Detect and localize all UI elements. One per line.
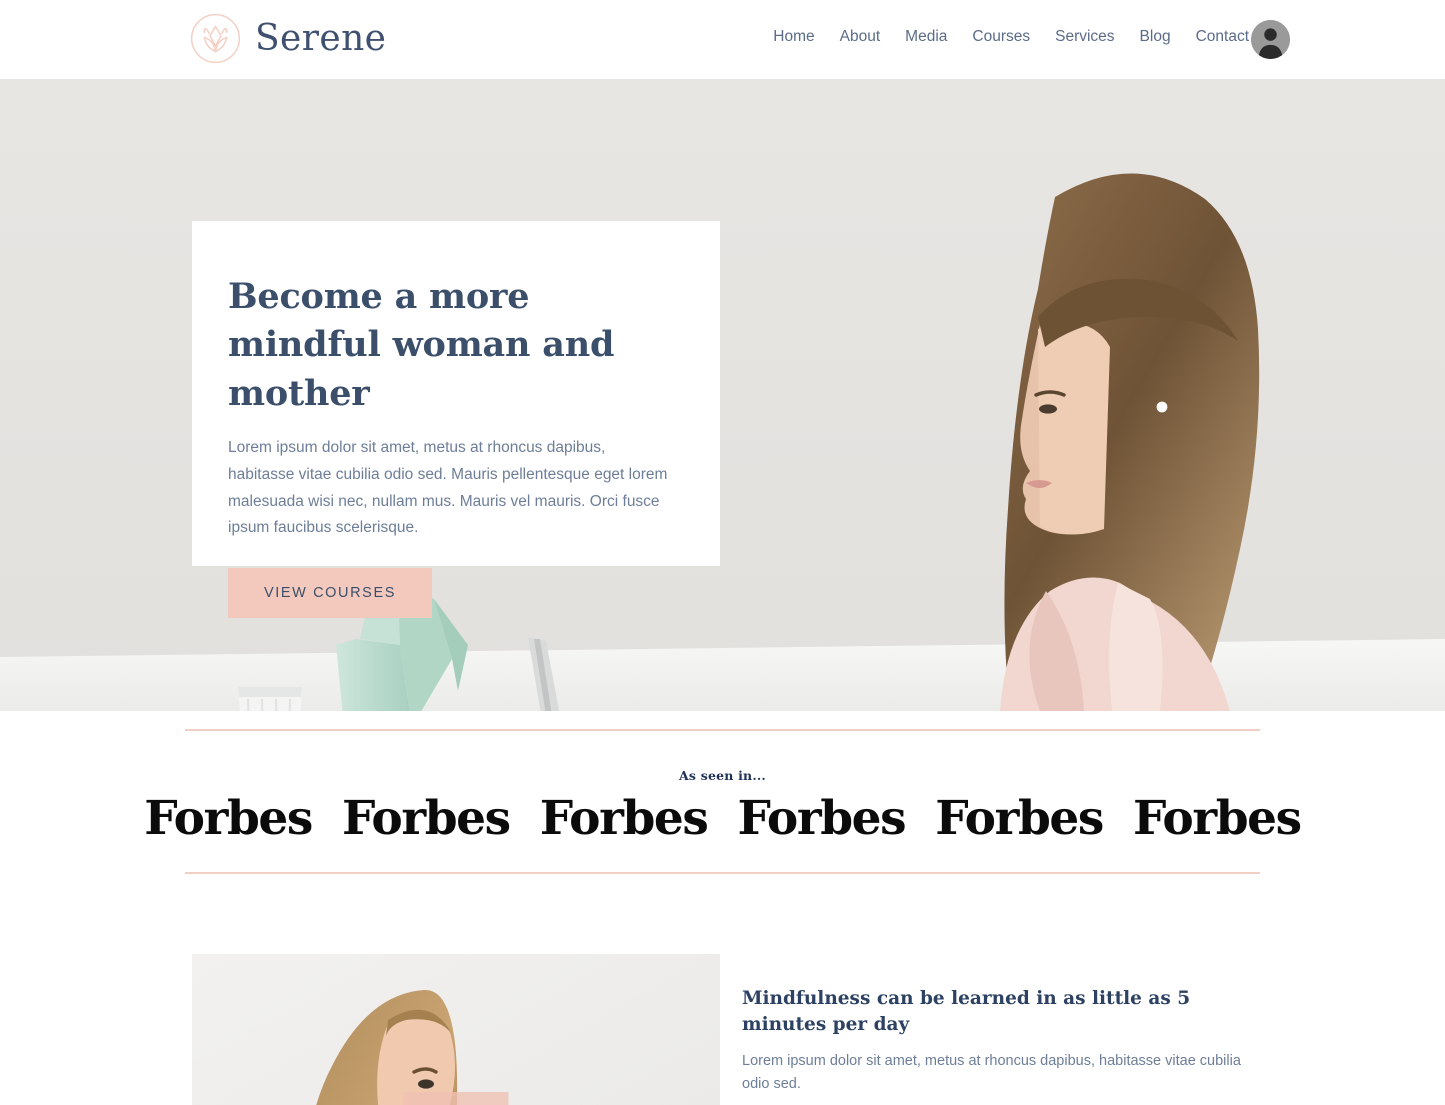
video-poster-image xyxy=(192,954,720,1105)
press-logo: Forbes xyxy=(935,791,1104,846)
nav-item-contact[interactable]: Contact xyxy=(1196,28,1249,46)
press-section: As seen in... Forbes Forbes Forbes Forbe… xyxy=(0,711,1445,874)
press-logo: Forbes xyxy=(342,791,511,846)
feature-section: Mindfulness can be learned in as little … xyxy=(0,874,1445,1105)
feature-content: Mindfulness can be learned in as little … xyxy=(742,954,1272,1105)
hero-title: Become a more mindful woman and mother xyxy=(228,276,615,414)
nav-item-services[interactable]: Services xyxy=(1055,28,1114,46)
page-root: Serene Home About Media Courses Services… xyxy=(0,0,1445,1105)
nav-item-media[interactable]: Media xyxy=(905,28,947,46)
feature-paragraph: Lorem ipsum dolor sit amet, metus at rho… xyxy=(742,1052,1241,1093)
nav-item-about[interactable]: About xyxy=(840,28,881,46)
nav-item-home[interactable]: Home xyxy=(773,28,814,46)
main-navigation: Home About Media Courses Services Blog C… xyxy=(773,28,1249,46)
brand-name: Serene xyxy=(255,17,387,59)
hero-section: Become a more mindful woman and mother L… xyxy=(0,79,1445,711)
hero-paragraph: Lorem ipsum dolor sit amet, metus at rho… xyxy=(228,438,668,537)
feature-title: Mindfulness can be learned in as little … xyxy=(742,988,1191,1035)
press-logo: Forbes xyxy=(144,791,313,846)
divider-top xyxy=(185,729,1260,731)
lotus-flower-icon xyxy=(190,13,241,64)
user-avatar-icon[interactable] xyxy=(1251,20,1290,59)
site-header: Serene Home About Media Courses Services… xyxy=(0,0,1445,79)
view-courses-button[interactable]: VIEW COURSES xyxy=(228,568,432,619)
play-button-icon[interactable] xyxy=(403,1092,509,1105)
press-logo: Forbes xyxy=(1133,791,1302,846)
press-logo: Forbes xyxy=(737,791,907,846)
video-thumbnail[interactable] xyxy=(192,954,720,1105)
hero-card: Become a more mindful woman and mother L… xyxy=(192,221,720,619)
brand-logo[interactable]: Serene xyxy=(188,11,386,66)
press-logo: Forbes xyxy=(539,791,709,846)
press-logo-list: Forbes Forbes Forbes Forbes Forbes Forbe… xyxy=(0,795,1445,842)
nav-item-courses[interactable]: Courses xyxy=(972,28,1030,46)
nav-item-blog[interactable]: Blog xyxy=(1140,28,1171,46)
as-seen-in-label: As seen in... xyxy=(679,768,766,783)
